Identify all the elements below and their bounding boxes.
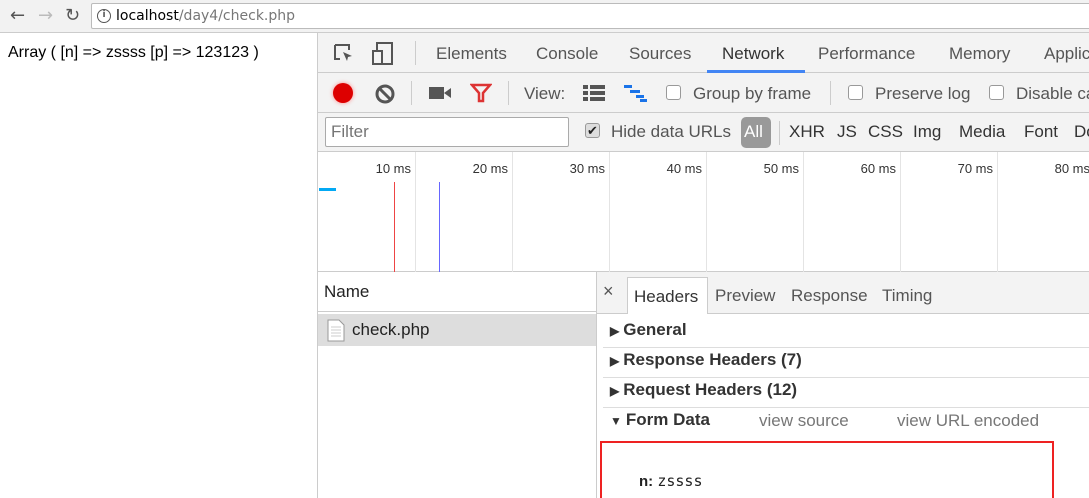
section-title: General: [623, 320, 687, 339]
back-icon[interactable]: ←: [10, 5, 25, 26]
tab-application[interactable]: Application: [1044, 44, 1089, 64]
network-toolbar: View: Group by frame Preserve log Disabl…: [318, 73, 1089, 113]
timeline-gridline: [803, 152, 804, 272]
preserve-log-checkbox[interactable]: [848, 85, 863, 100]
preserve-log-label: Preserve log: [875, 84, 971, 103]
type-filter-font[interactable]: Font: [1024, 122, 1058, 142]
timeline-tick-label: 80 ms: [1054, 161, 1089, 176]
filter-bar: ✔ Hide data URLs All XHR JS CSS Img Medi…: [318, 113, 1089, 152]
form-key: n:: [639, 473, 654, 490]
forward-icon[interactable]: →: [38, 5, 53, 26]
expand-triangle-icon: ▶: [610, 354, 620, 368]
timeline-tick-label: 10 ms: [375, 161, 411, 176]
expand-triangle-icon: ▶: [610, 384, 620, 398]
screenshot-camera-icon[interactable]: [429, 86, 453, 100]
timeline-gridline: [415, 152, 416, 272]
page-output: Array ( [n] => zssss [p] => 123123 ): [8, 44, 259, 61]
request-details: × Headers Preview Response Timing ▶ Gener…: [597, 272, 1089, 498]
filter-icon[interactable]: [470, 83, 492, 103]
tab-elements[interactable]: Elements: [436, 44, 507, 64]
timeline-gridline: [512, 152, 513, 272]
file-icon: [327, 319, 345, 342]
details-tab-bar: × Headers Preview Response Timing: [597, 272, 1089, 314]
collapse-triangle-icon: ▼: [610, 414, 622, 428]
url-path: /day4/check.php: [178, 8, 296, 24]
section-request-headers[interactable]: ▶ Request Headers (12): [610, 380, 797, 400]
type-filter-doc[interactable]: Doc: [1074, 122, 1089, 142]
tab-timing[interactable]: Timing: [882, 286, 932, 306]
hide-data-urls-checkbox[interactable]: ✔: [585, 123, 600, 138]
section-title: Response Headers (7): [623, 350, 802, 369]
large-rows-icon[interactable]: [583, 84, 605, 102]
request-row[interactable]: check.php: [318, 314, 596, 346]
form-value: zssss: [657, 472, 703, 490]
disable-cache-label: Disable cache: [1016, 84, 1089, 103]
tab-memory[interactable]: Memory: [949, 44, 1010, 64]
record-icon[interactable]: [333, 83, 353, 103]
timeline-gridline: [706, 152, 707, 272]
devtools-tab-bar: Elements Console Sources Network Perform…: [318, 33, 1089, 73]
timeline-tick-label: 70 ms: [957, 161, 993, 176]
timeline-tick-label: 50 ms: [763, 161, 799, 176]
tab-headers[interactable]: Headers: [627, 277, 708, 314]
timeline-gridline: [997, 152, 998, 272]
timeline-tick-label: 20 ms: [472, 161, 508, 176]
section-form-data[interactable]: ▼ Form Data: [610, 410, 710, 430]
address-bar-area: ← → ↻ i localhost/day4/check.php: [0, 0, 1089, 33]
type-filter-css[interactable]: CSS: [868, 122, 903, 142]
timeline-gridline: [900, 152, 901, 272]
filter-input[interactable]: [325, 117, 569, 147]
section-response-headers[interactable]: ▶ Response Headers (7): [610, 350, 802, 370]
view-label: View:: [524, 84, 566, 103]
reload-icon[interactable]: ↻: [65, 5, 80, 26]
section-general[interactable]: ▶ General: [610, 320, 687, 340]
tab-performance[interactable]: Performance: [818, 44, 915, 64]
tab-console[interactable]: Console: [536, 44, 598, 64]
close-icon[interactable]: ×: [603, 281, 614, 302]
request-list: Name check.php: [318, 272, 597, 498]
type-filter-media[interactable]: Media: [959, 122, 1005, 142]
request-name: check.php: [352, 320, 430, 339]
domcontentloaded-line: [439, 182, 440, 272]
url-input[interactable]: i localhost/day4/check.php: [91, 3, 1089, 29]
info-icon[interactable]: i: [97, 9, 111, 23]
expand-triangle-icon: ▶: [610, 324, 620, 338]
timeline-gridline: [609, 152, 610, 272]
request-bar: [319, 188, 336, 191]
type-filter-all[interactable]: All: [741, 117, 771, 148]
device-toolbar-icon[interactable]: [371, 41, 395, 67]
tab-sources[interactable]: Sources: [629, 44, 691, 64]
timeline-tick-label: 40 ms: [666, 161, 702, 176]
view-source-link[interactable]: view source: [759, 411, 849, 431]
view-url-encoded-link[interactable]: view URL encoded: [897, 411, 1039, 431]
form-data-row: n: zssss: [639, 472, 703, 490]
timeline-tick-label: 30 ms: [569, 161, 605, 176]
waterfall-overview-icon[interactable]: [624, 84, 648, 102]
disable-cache-checkbox[interactable]: [989, 85, 1004, 100]
group-by-frame-checkbox[interactable]: [666, 85, 681, 100]
type-filter-xhr[interactable]: XHR: [789, 122, 825, 142]
hide-data-urls-label: Hide data URLs: [611, 122, 732, 141]
name-column-header[interactable]: Name: [318, 272, 596, 312]
tab-preview[interactable]: Preview: [715, 286, 775, 306]
type-filter-js[interactable]: JS: [837, 122, 857, 142]
section-title: Request Headers (12): [623, 380, 798, 399]
timeline-tick-label: 60 ms: [860, 161, 896, 176]
type-filter-img[interactable]: Img: [913, 122, 941, 142]
url-host: localhost: [116, 8, 179, 24]
load-event-line: [394, 182, 395, 272]
devtools-panel: Elements Console Sources Network Perform…: [317, 33, 1089, 498]
section-title: Form Data: [625, 410, 710, 429]
timeline-overview[interactable]: 10 ms 20 ms 30 ms 40 ms 50 ms 60 ms 70 ms 80 ms: [318, 152, 1089, 272]
tab-response[interactable]: Response: [791, 286, 868, 306]
clear-icon[interactable]: [374, 83, 396, 105]
tab-network[interactable]: Network: [722, 44, 784, 64]
group-by-frame-label: Group by frame: [693, 84, 812, 103]
inspect-icon[interactable]: [332, 42, 356, 66]
